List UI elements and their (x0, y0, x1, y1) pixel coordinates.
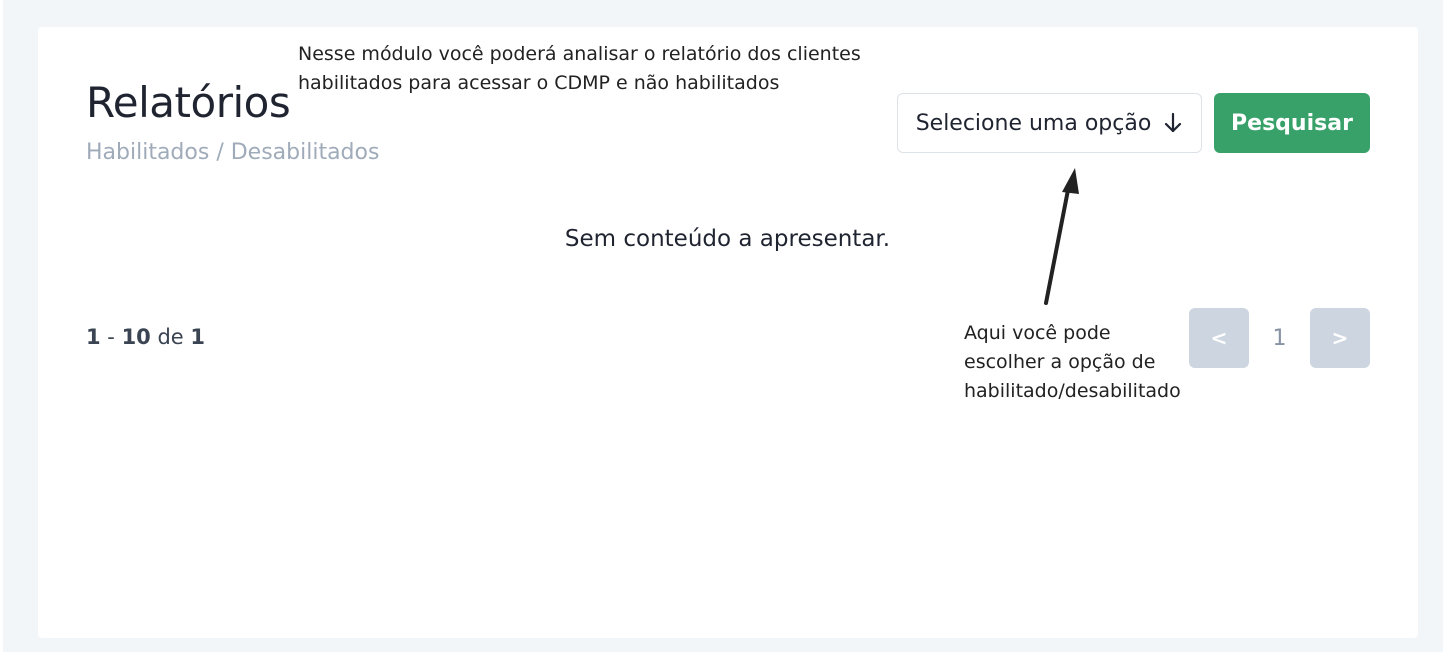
range-of-label: de (150, 325, 191, 349)
page-title: Relatórios (86, 78, 291, 127)
current-page-number: 1 (1272, 325, 1287, 351)
annotation-line: Nesse módulo você poderá analisar o rela… (298, 43, 861, 65)
prev-page-button[interactable]: < (1189, 308, 1249, 368)
annotation-line: habilitado/desabilitado (964, 380, 1181, 402)
pagination-range: 1 - 10 de 1 (86, 325, 205, 349)
breadcrumb: Habilitados / Desabilitados (86, 140, 380, 165)
empty-state-message: Sem conteúdo a apresentar. (564, 226, 891, 252)
next-page-button[interactable]: > (1310, 308, 1370, 368)
annotation-module-description: Nesse módulo você poderá analisar o rela… (298, 40, 861, 98)
range-start: 1 (86, 325, 101, 349)
status-select-label: Selecione uma opção (915, 110, 1152, 136)
range-end: 10 (121, 325, 151, 349)
annotation-line: habilitados para acessar o CDMP e não ha… (298, 72, 780, 94)
annotation-line: escolher a opção de (964, 351, 1156, 373)
range-total: 1 (190, 325, 206, 349)
status-select[interactable]: Selecione uma opção (897, 93, 1202, 153)
annotation-select-hint: Aqui você pode escolher a opção de habil… (964, 319, 1181, 406)
annotation-line: Aqui você pode (964, 322, 1111, 344)
arrow-down-icon (1163, 112, 1183, 134)
left-edge (0, 0, 3, 652)
search-button[interactable]: Pesquisar (1214, 93, 1370, 153)
range-separator: - (100, 325, 122, 349)
